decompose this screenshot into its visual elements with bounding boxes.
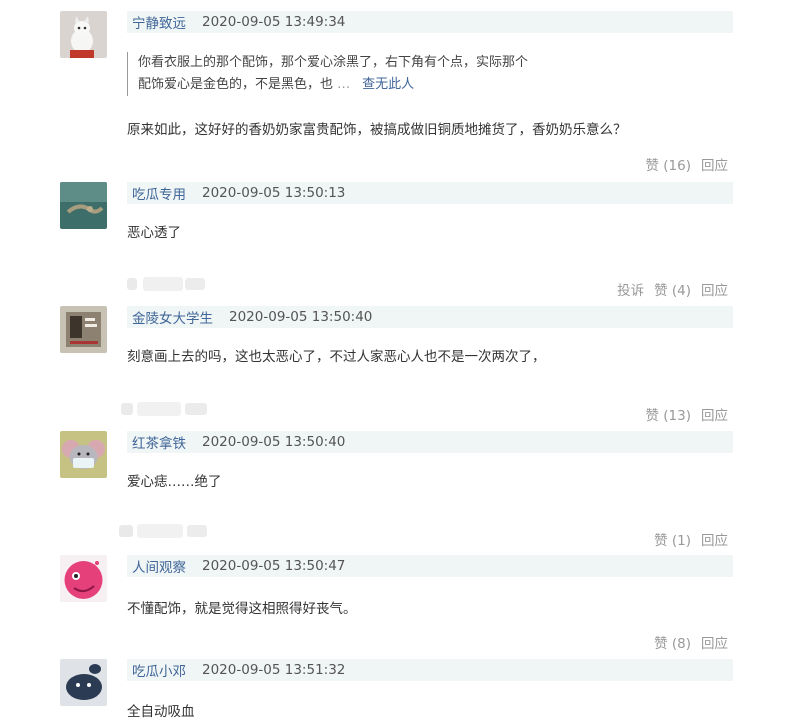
reply-button[interactable]: 回应 — [701, 404, 728, 424]
comment-text: 不懂配饰，就是觉得这相照得好丧气。 — [127, 601, 357, 617]
reply-button[interactable]: 回应 — [701, 279, 728, 299]
quote-text: 配饰爱心是金色的，不是黑色，也 — [138, 77, 334, 92]
timestamp: 2020-09-05 13:50:40 — [229, 309, 373, 325]
blurred-placeholder — [115, 401, 208, 417]
comment-meta: 人间观察 2020-09-05 13:50:47 — [127, 555, 733, 577]
comment-text: 恶心透了 — [127, 225, 181, 241]
avatar[interactable] — [60, 182, 107, 229]
comment-meta: 金陵女大学生 2020-09-05 13:50:40 — [127, 306, 733, 328]
comment-text: 爱心痣……绝了 — [127, 474, 222, 490]
quoted-reply: 你看衣服上的那个配饰，那个爱心涂黑了，右下角有个点，实际那个 配饰爱心是金色的，… — [127, 52, 547, 96]
blurred-placeholder — [115, 276, 208, 292]
lizard-avatar-icon — [60, 182, 107, 229]
username-link[interactable]: 宁静致远 — [132, 12, 186, 32]
comment-actions: 赞 (13) 回应 — [645, 404, 728, 424]
like-button[interactable]: 赞 (1) — [654, 529, 691, 549]
comment-actions: 赞 (1) 回应 — [654, 529, 728, 549]
comment-meta: 红茶拿铁 2020-09-05 13:50:40 — [127, 431, 733, 453]
avatar[interactable] — [60, 11, 107, 58]
like-button[interactable]: 赞 (8) — [654, 632, 691, 652]
cartoon-animal-avatar-icon — [60, 659, 107, 706]
like-button[interactable]: 赞 (13) — [645, 404, 691, 424]
timestamp: 2020-09-05 13:51:32 — [202, 662, 346, 678]
username-link[interactable]: 人间观察 — [132, 556, 186, 576]
pink-monster-avatar-icon — [60, 555, 107, 602]
comment-actions: 赞 (16) 回应 — [645, 154, 728, 174]
white-cat-avatar-icon — [60, 11, 107, 58]
comment-text: 刻意画上去的吗，这也太恶心了，不过人家恶心人也不是一次两次了， — [127, 349, 546, 365]
username-link[interactable]: 吃瓜专用 — [132, 183, 186, 203]
mouse-mask-avatar-icon — [60, 431, 107, 478]
like-button[interactable]: 赞 (16) — [645, 154, 691, 174]
avatar[interactable] — [60, 555, 107, 602]
comment-actions: 赞 (8) 回应 — [654, 632, 728, 652]
timestamp: 2020-09-05 13:50:40 — [202, 434, 346, 450]
avatar[interactable] — [60, 659, 107, 706]
timestamp: 2020-09-05 13:50:13 — [202, 185, 346, 201]
ellipsis: … — [337, 77, 351, 92]
username-link[interactable]: 红茶拿铁 — [132, 432, 186, 452]
reply-button[interactable]: 回应 — [701, 154, 728, 174]
username-link[interactable]: 金陵女大学生 — [132, 307, 213, 327]
report-button[interactable]: 投诉 — [617, 279, 644, 299]
book-cover-avatar-icon — [60, 306, 107, 353]
reply-button[interactable]: 回应 — [701, 529, 728, 549]
reply-button[interactable]: 回应 — [701, 632, 728, 652]
quote-line: 配饰爱心是金色的，不是黑色，也 … 查无此人 — [138, 74, 547, 96]
quote-line: 你看衣服上的那个配饰，那个爱心涂黑了，右下角有个点，实际那个 — [138, 55, 529, 70]
blurred-placeholder — [115, 523, 208, 539]
comment-actions: 投诉 赞 (4) 回应 — [617, 279, 728, 299]
comment-meta: 吃瓜小邓 2020-09-05 13:51:32 — [127, 659, 733, 681]
comment-text: 原来如此，这好好的香奶奶家富贵配饰，被搞成做旧铜质地摊货了，香奶奶乐意么？ — [127, 122, 627, 138]
comment-text: 全自动吸血 — [127, 704, 195, 720]
comment-meta: 吃瓜专用 2020-09-05 13:50:13 — [127, 182, 733, 204]
quote-author-link[interactable]: 查无此人 — [362, 77, 414, 92]
avatar[interactable] — [60, 306, 107, 353]
like-button[interactable]: 赞 (4) — [654, 279, 691, 299]
username-link[interactable]: 吃瓜小邓 — [132, 660, 186, 680]
timestamp: 2020-09-05 13:49:34 — [202, 14, 346, 30]
avatar[interactable] — [60, 431, 107, 478]
timestamp: 2020-09-05 13:50:47 — [202, 558, 346, 574]
comment-meta: 宁静致远 2020-09-05 13:49:34 — [127, 11, 733, 33]
